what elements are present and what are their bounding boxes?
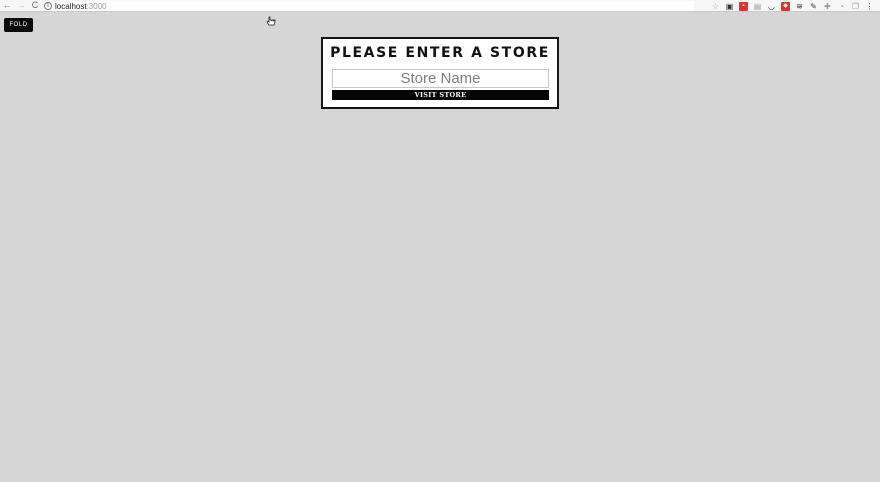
address-bar[interactable]: i localhost:3000	[44, 1, 694, 11]
star-icon[interactable]: ☆	[711, 2, 720, 11]
copy-icon[interactable]: ❐	[851, 2, 860, 11]
store-name-input[interactable]	[332, 69, 549, 88]
forward-arrow-icon[interactable]: →	[14, 0, 28, 12]
extensions-area: ☆ ▣ ▪ ▤ ◡ ◆ ≋ ✎ ✚ ◔ ❐ ⋮	[711, 0, 880, 12]
url-port: :3000	[86, 1, 107, 11]
store-form-panel: PLEASE ENTER A STORE VISIT STORE	[321, 37, 559, 109]
info-icon[interactable]: i	[44, 2, 52, 10]
timer-icon[interactable]: ◔	[837, 2, 846, 11]
url-text: localhost:3000	[55, 2, 107, 11]
extension-red-icon[interactable]: ▪	[739, 1, 748, 11]
store-form-title: PLEASE ENTER A STORE	[330, 45, 550, 61]
back-arrow-icon[interactable]: ←	[0, 0, 14, 12]
url-host: localhost	[55, 1, 87, 11]
extension-icon[interactable]: ▣	[725, 2, 734, 11]
pocket-icon[interactable]: ◡	[767, 2, 776, 11]
layers-icon[interactable]: ≋	[795, 2, 804, 11]
puzzle-icon[interactable]: ✚	[823, 2, 832, 11]
page-content: FOLD PLEASE ENTER A STORE VISIT STORE	[0, 13, 880, 482]
browser-toolbar: ← → C i localhost:3000 ☆ ▣ ▪ ▤ ◡ ◆ ≋ ✎ ✚…	[0, 0, 880, 12]
visit-store-button[interactable]: VISIT STORE	[332, 90, 549, 100]
hand-cursor-icon	[266, 16, 276, 26]
eyedropper-icon[interactable]: ✎	[809, 2, 818, 11]
shield-icon[interactable]: ◆	[781, 1, 790, 11]
menu-icon[interactable]: ⋮	[865, 2, 874, 11]
extension-icon[interactable]: ▤	[753, 2, 762, 11]
reload-icon[interactable]: C	[28, 0, 42, 12]
fold-button[interactable]: FOLD	[4, 18, 33, 32]
